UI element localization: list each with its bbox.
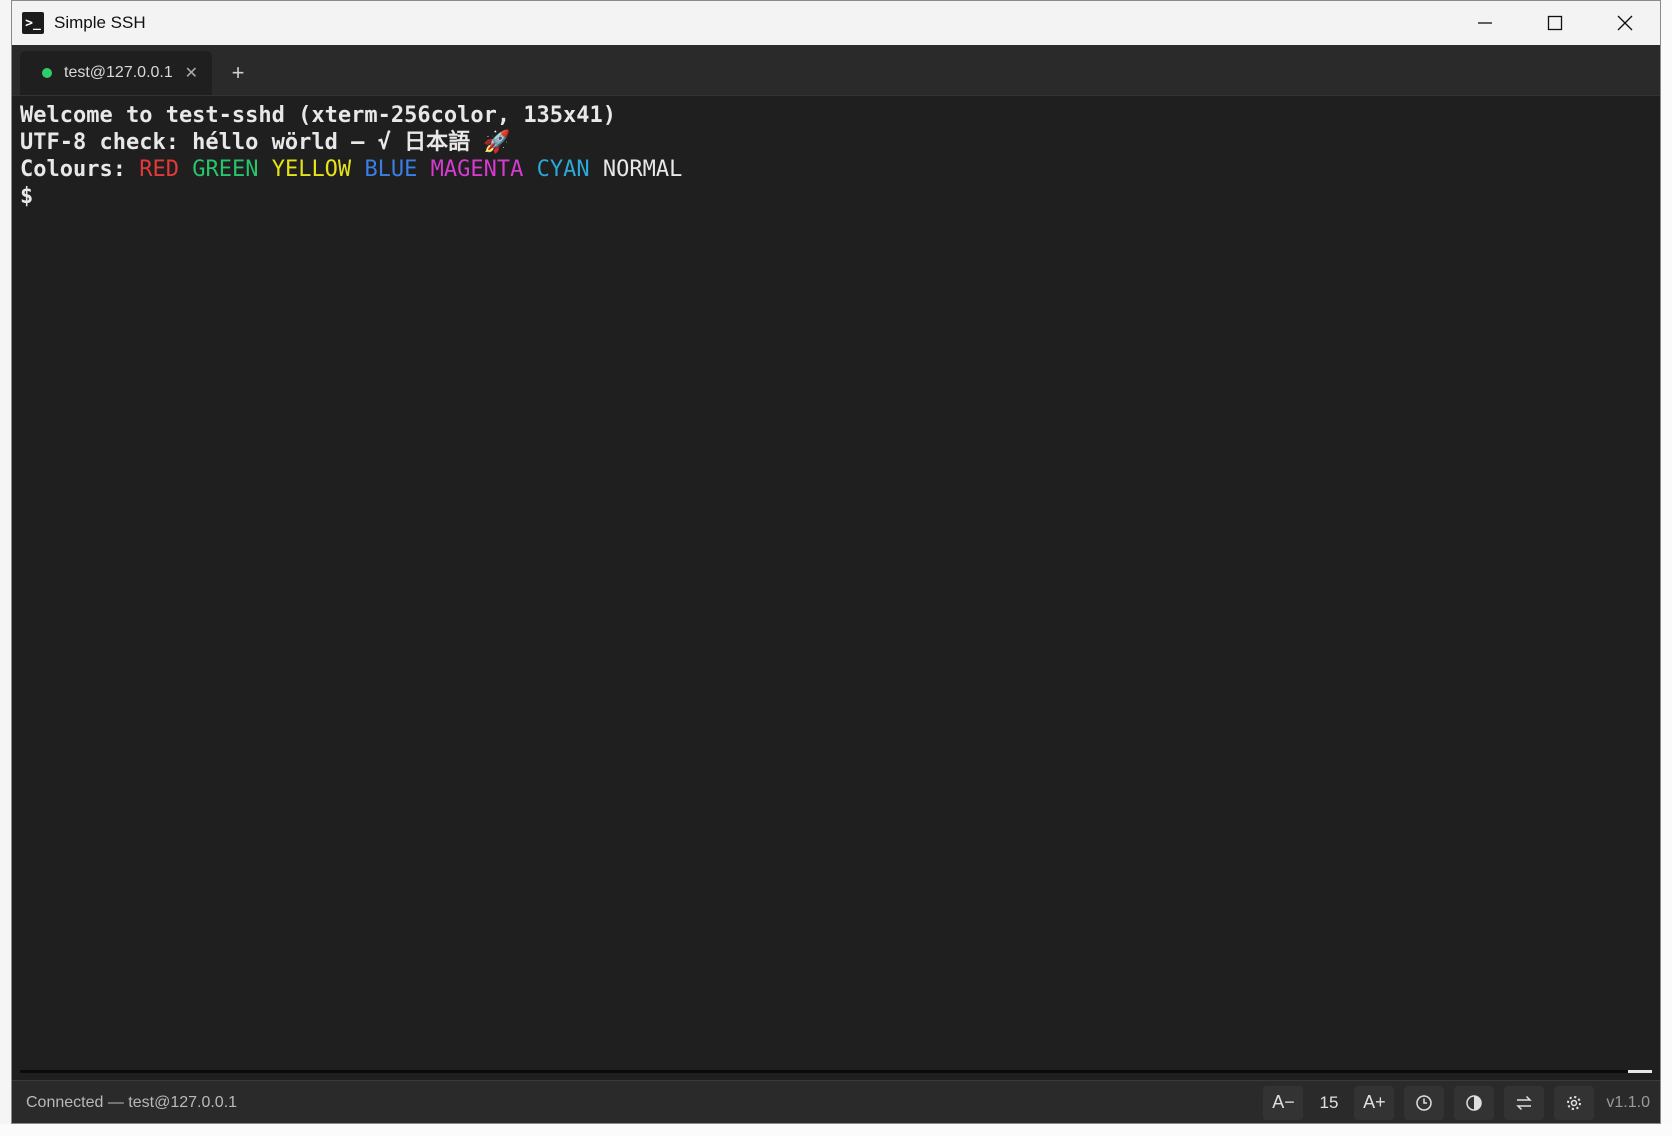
scrollbar-thumb[interactable]	[1628, 1070, 1652, 1073]
terminal-prompt: $	[20, 184, 34, 209]
font-decrease-button[interactable]: A−	[1263, 1085, 1304, 1120]
colours-label: Colours:	[20, 157, 126, 182]
status-bar: Connected — test@127.0.0.1 A− 15 A+ v1.1…	[12, 1080, 1660, 1123]
colour-cyan: CYAN	[536, 157, 590, 182]
connection-status-dot	[42, 68, 52, 78]
tab-close-icon[interactable]: ✕	[185, 63, 198, 83]
close-icon	[1617, 15, 1633, 31]
app-window: >_ Simple SSH test@127.0.0.1 ✕ + Welcome…	[11, 0, 1661, 1124]
horizontal-scrollbar[interactable]	[20, 1070, 1652, 1073]
app-version: v1.1.0	[1606, 1093, 1650, 1111]
contrast-icon	[1466, 1094, 1483, 1111]
colour-green: GREEN	[192, 157, 259, 182]
tab-session[interactable]: test@127.0.0.1 ✕	[20, 51, 212, 95]
minimize-icon	[1478, 22, 1492, 24]
terminal-output[interactable]: Welcome to test-sshd (xterm-256color, 13…	[12, 96, 1660, 1073]
gear-icon	[1567, 1095, 1582, 1110]
plus-icon: +	[231, 60, 245, 85]
title-bar[interactable]: >_ Simple SSH	[12, 1, 1660, 45]
terminal-icon: >_	[22, 12, 44, 34]
minimize-button[interactable]	[1450, 1, 1520, 45]
font-increase-button[interactable]: A+	[1354, 1085, 1395, 1120]
history-button[interactable]	[1404, 1085, 1445, 1120]
terminal-line-colours: Colours: RED GREEN YELLOW BLUE MAGENTA C…	[20, 156, 1652, 183]
clock-icon	[1416, 1094, 1433, 1111]
colour-yellow: YELLOW	[271, 157, 352, 182]
tab-label: test@127.0.0.1	[64, 64, 173, 81]
swap-arrows-icon	[1516, 1095, 1533, 1110]
maximize-icon	[1547, 15, 1563, 31]
colour-normal: NORMAL	[602, 157, 683, 182]
maximize-button[interactable]	[1520, 1, 1590, 45]
colour-magenta: MAGENTA	[430, 157, 524, 182]
connection-status-text: Connected — test@127.0.0.1	[26, 1093, 238, 1111]
colour-red: RED	[139, 157, 179, 182]
terminal-line: Welcome to test-sshd (xterm-256color, 13…	[20, 103, 617, 128]
transfer-button[interactable]	[1504, 1085, 1545, 1120]
window-title: Simple SSH	[54, 13, 146, 32]
background-window-bottom	[0, 1124, 1672, 1136]
tab-bar: test@127.0.0.1 ✕ +	[12, 45, 1660, 96]
new-tab-button[interactable]: +	[218, 51, 258, 95]
settings-button[interactable]	[1554, 1085, 1595, 1120]
colour-blue: BLUE	[364, 157, 418, 182]
theme-toggle-button[interactable]	[1454, 1085, 1495, 1120]
font-size-value: 15	[1319, 1092, 1339, 1112]
status-tools: A− 15 A+ v1.1.0	[1253, 1081, 1650, 1123]
window-controls	[1450, 1, 1660, 45]
close-button[interactable]	[1590, 1, 1660, 45]
terminal-line: UTF-8 check: héllo wörld — √ 日本語 🚀	[20, 130, 511, 155]
